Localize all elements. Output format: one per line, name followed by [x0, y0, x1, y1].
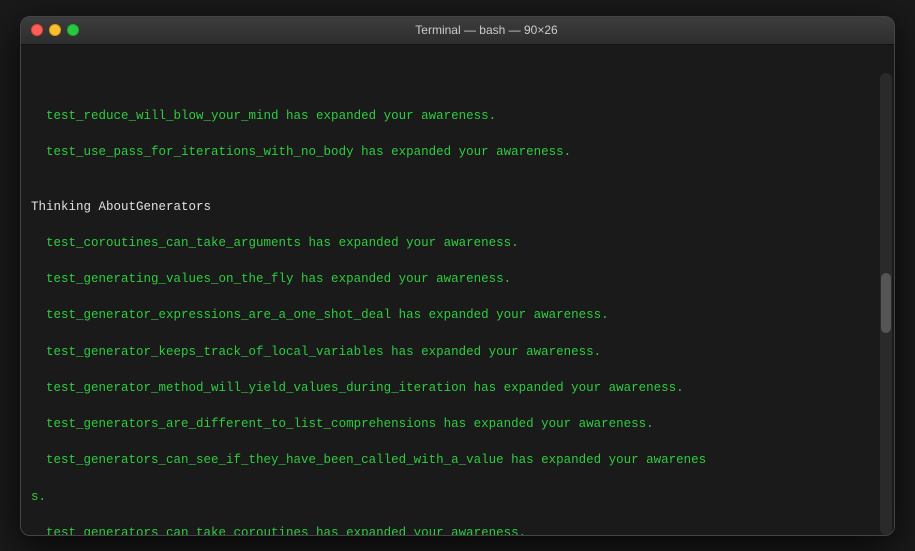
minimize-button[interactable]: [49, 24, 61, 36]
terminal-content: test_reduce_will_blow_your_mind has expa…: [31, 53, 884, 535]
terminal-body[interactable]: test_reduce_will_blow_your_mind has expa…: [21, 45, 894, 535]
scrollbar-thumb[interactable]: [881, 273, 891, 333]
close-button[interactable]: [31, 24, 43, 36]
window-title: Terminal — bash — 90×26: [89, 23, 884, 37]
titlebar: Terminal — bash — 90×26: [21, 17, 894, 45]
scrollbar[interactable]: [880, 73, 892, 535]
traffic-lights: [31, 24, 79, 36]
maximize-button[interactable]: [67, 24, 79, 36]
terminal-window: Terminal — bash — 90×26 test_reduce_will…: [20, 16, 895, 536]
